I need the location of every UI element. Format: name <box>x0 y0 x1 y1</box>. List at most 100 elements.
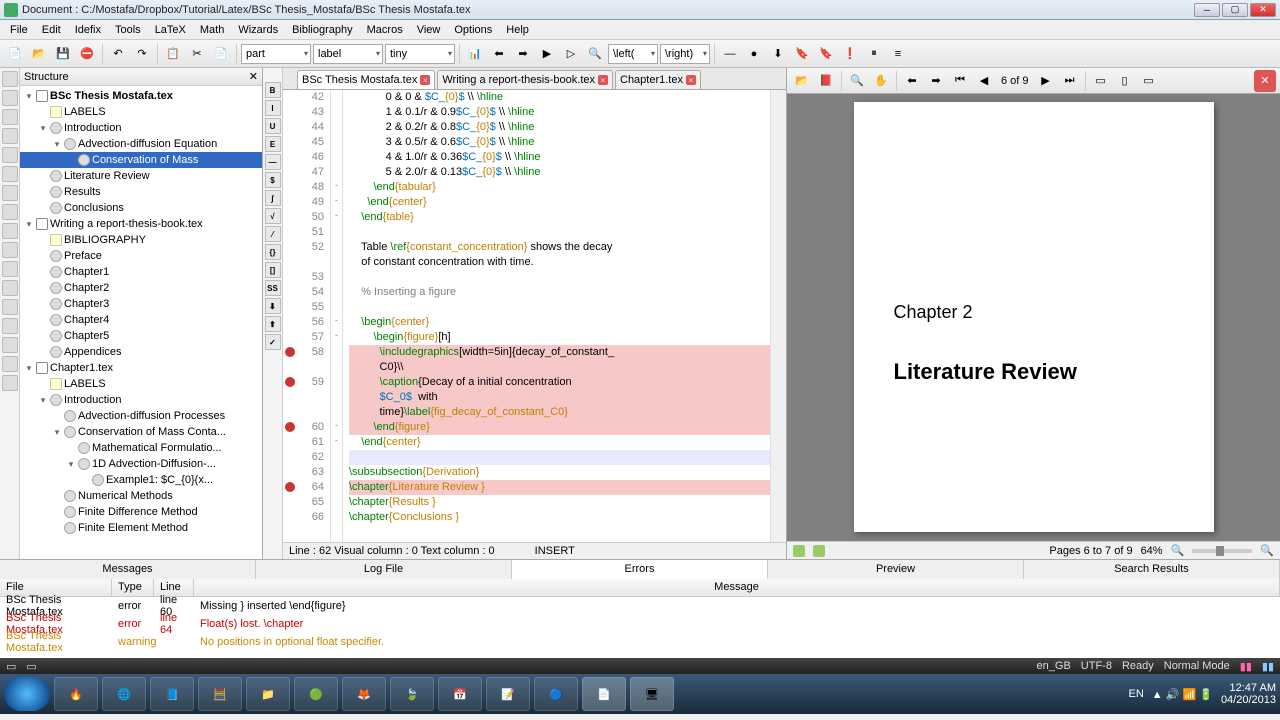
tree-node[interactable]: Finite Difference Method <box>20 504 262 520</box>
run-button[interactable]: ▶ <box>536 43 558 65</box>
open-button[interactable]: 📂 <box>28 43 50 65</box>
new-file-button[interactable]: 📄 <box>4 43 26 65</box>
tool-6[interactable]: ❗ <box>839 43 861 65</box>
taskbar-app3[interactable]: 📅 <box>438 677 482 711</box>
bottom-tab-search-results[interactable]: Search Results <box>1024 560 1280 579</box>
tree-node[interactable]: ▾Introduction <box>20 120 262 136</box>
prev-button[interactable]: ⬅ <box>488 43 510 65</box>
menu-macros[interactable]: Macros <box>361 22 409 38</box>
pdf-cont-icon[interactable]: ▯ <box>1114 70 1136 92</box>
tree-node[interactable]: Mathematical Formulatio... <box>20 440 262 456</box>
menu-help[interactable]: Help <box>500 22 535 38</box>
taskbar-skype[interactable]: 🔵 <box>534 677 578 711</box>
taskbar-current[interactable]: 🖥 <box>630 677 674 711</box>
bottom-tab-messages[interactable]: Messages <box>0 560 256 579</box>
tree-node[interactable]: Results <box>20 184 262 200</box>
section-combo[interactable]: part <box>241 44 311 64</box>
tree-node[interactable]: Chapter2 <box>20 280 262 296</box>
view-button[interactable]: ▷ <box>560 43 582 65</box>
left-delim-combo[interactable]: \left( <box>608 44 658 64</box>
pdf-adobe-icon[interactable]: 📕 <box>815 70 837 92</box>
taskbar-word[interactable]: 📘 <box>150 677 194 711</box>
undo-button[interactable]: ↶ <box>107 43 129 65</box>
menu-wizards[interactable]: Wizards <box>232 22 284 38</box>
copy-button[interactable]: 📋 <box>162 43 184 65</box>
underline-button[interactable]: U <box>265 118 281 134</box>
pdf-last-icon[interactable]: ⏭ <box>1059 70 1081 92</box>
structure-tree[interactable]: ▾BSc Thesis Mostafa.texLABELS▾Introducti… <box>20 86 262 559</box>
pdf-hand-icon[interactable]: ✋ <box>870 70 892 92</box>
next-button[interactable]: ➡ <box>512 43 534 65</box>
tool-2[interactable]: ● <box>743 43 765 65</box>
tool-5[interactable]: 🔖 <box>815 43 837 65</box>
italic-button[interactable]: I <box>265 100 281 116</box>
editor-tab[interactable]: BSc Thesis Mostafa.tex× <box>297 70 435 89</box>
menu-idefix[interactable]: Idefix <box>69 22 107 38</box>
editor-tab[interactable]: Chapter1.tex× <box>615 70 701 89</box>
menu-options[interactable]: Options <box>448 22 498 38</box>
maximize-button[interactable]: ▢ <box>1222 3 1248 17</box>
tree-node[interactable]: ▾BSc Thesis Mostafa.tex <box>20 88 262 104</box>
taskbar-app4[interactable]: 📝 <box>486 677 530 711</box>
tree-node[interactable]: LABELS <box>20 376 262 392</box>
taskbar-app2[interactable]: 🍃 <box>390 677 434 711</box>
tree-node[interactable]: Chapter1 <box>20 264 262 280</box>
tool-8[interactable]: ≡ <box>887 43 909 65</box>
tree-node[interactable]: Preface <box>20 248 262 264</box>
tree-node[interactable]: Numerical Methods <box>20 488 262 504</box>
paste-button[interactable]: 📄 <box>210 43 232 65</box>
pdf-next-icon[interactable]: ▶ <box>1035 70 1057 92</box>
taskbar-explorer[interactable]: 📁 <box>246 677 290 711</box>
structure-close-icon[interactable]: ✕ <box>249 70 258 83</box>
editor-tab[interactable]: Writing a report-thesis-book.tex× <box>437 70 613 89</box>
pdf-back-icon[interactable]: ⬅ <box>901 70 923 92</box>
tree-node[interactable]: Conclusions <box>20 200 262 216</box>
menu-latex[interactable]: LaTeX <box>149 22 192 38</box>
tree-node[interactable]: ▾Chapter1.tex <box>20 360 262 376</box>
close-doc-button[interactable]: ⛔ <box>76 43 98 65</box>
save-button[interactable]: 💾 <box>52 43 74 65</box>
status-icon[interactable]: ▭ <box>26 660 36 673</box>
code-editor[interactable]: 4243444546474849505152535455565758596061… <box>283 90 786 542</box>
editor-scrollbar[interactable] <box>770 90 786 542</box>
build-button[interactable]: 📊 <box>464 43 486 65</box>
menu-math[interactable]: Math <box>194 22 230 38</box>
tree-node[interactable]: BIBLIOGRAPHY <box>20 232 262 248</box>
pdf-single-icon[interactable]: ▭ <box>1090 70 1112 92</box>
taskbar-tex[interactable]: 📄 <box>582 677 626 711</box>
taskbar-firefox[interactable]: 🦊 <box>342 677 386 711</box>
pdf-zoom-icon[interactable]: 🔍 <box>846 70 868 92</box>
bold-button[interactable]: B <box>265 82 281 98</box>
bottom-tab-preview[interactable]: Preview <box>768 560 1024 579</box>
tree-node[interactable]: Chapter3 <box>20 296 262 312</box>
tree-node[interactable]: ▾Writing a report-thesis-book.tex <box>20 216 262 232</box>
tree-node[interactable]: Conservation of Mass <box>20 152 262 168</box>
tree-node[interactable]: Literature Review <box>20 168 262 184</box>
status-icon[interactable]: ▭ <box>6 660 16 673</box>
tab-close-icon[interactable]: × <box>686 75 696 85</box>
tree-node[interactable]: Chapter5 <box>20 328 262 344</box>
pdf-open-icon[interactable]: 📂 <box>791 70 813 92</box>
tree-node[interactable]: ▾1D Advection-Diffusion-... <box>20 456 262 472</box>
pdf-close-icon[interactable]: ✕ <box>1254 70 1276 92</box>
tool-4[interactable]: 🔖 <box>791 43 813 65</box>
zoom-in-icon[interactable]: 🔍 <box>1260 544 1274 557</box>
tree-node[interactable]: ▾Introduction <box>20 392 262 408</box>
tool-3[interactable]: ⬇ <box>767 43 789 65</box>
tab-close-icon[interactable]: × <box>598 75 608 85</box>
size-combo[interactable]: tiny <box>385 44 455 64</box>
pdf-view[interactable]: Chapter 2 Literature Review <box>787 94 1280 541</box>
tree-node[interactable]: LABELS <box>20 104 262 120</box>
tree-node[interactable]: Example1: $C_{0}(x... <box>20 472 262 488</box>
zoom-out-icon[interactable]: 🔍 <box>1171 544 1185 557</box>
bottom-tab-errors[interactable]: Errors <box>512 560 768 579</box>
zoom-slider[interactable] <box>1192 549 1252 553</box>
bottom-tab-log-file[interactable]: Log File <box>256 560 512 579</box>
tree-node[interactable]: ▾Conservation of Mass Conta... <box>20 424 262 440</box>
menu-view[interactable]: View <box>411 22 447 38</box>
pdf-prev-icon[interactable]: ◀ <box>973 70 995 92</box>
taskbar-calc[interactable]: 🧮 <box>198 677 242 711</box>
system-tray[interactable]: EN ▲ 🔊 📶 🔋 12:47 AM04/20/2013 <box>1129 682 1277 706</box>
start-button[interactable] <box>4 677 50 711</box>
tree-node[interactable]: Chapter4 <box>20 312 262 328</box>
